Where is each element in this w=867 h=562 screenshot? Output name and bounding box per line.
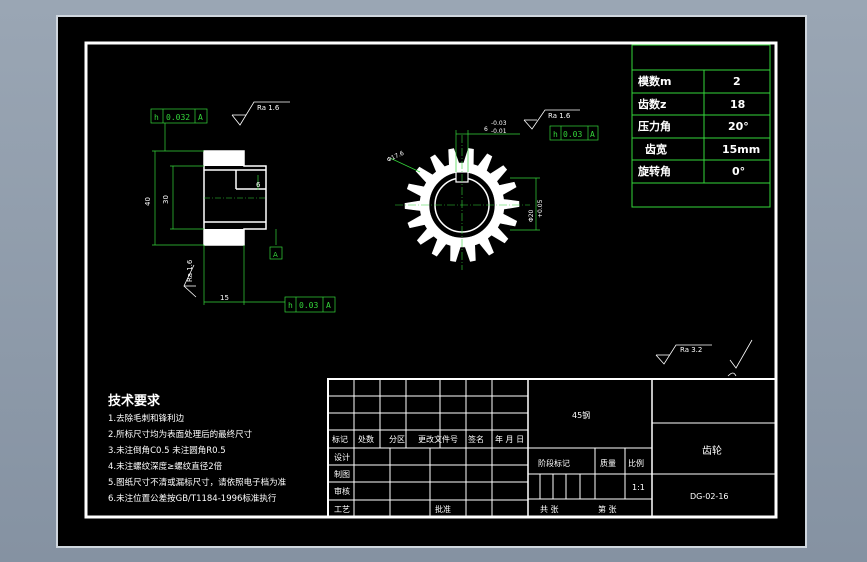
- role-review: 审核: [334, 486, 350, 496]
- sheet-total: 共 张: [540, 505, 559, 514]
- param-label-helix: 旋转角: [637, 164, 671, 178]
- rev-header-zone: 分区: [389, 435, 405, 444]
- param-label-module: 模数m: [638, 74, 671, 88]
- role-design: 设计: [334, 452, 350, 462]
- param-label-width: 齿宽: [645, 142, 667, 156]
- scale-value: 1:1: [632, 483, 645, 492]
- tol-right-datum: A: [590, 130, 595, 139]
- tol-right-symbol: h: [553, 130, 558, 139]
- dim-30: 30: [162, 195, 170, 204]
- param-label-pressure: 压力角: [638, 119, 671, 133]
- dim-40: 40: [144, 197, 152, 206]
- mass-header: 质量: [600, 458, 616, 468]
- rev-header-date: 年 月 日: [495, 434, 524, 444]
- tech-requirement-2: 2.所标尺寸均为表面处理后的最终尺寸: [108, 430, 253, 440]
- keyway-tol-lower: -0.01: [491, 128, 507, 135]
- drawing-number: DG-02-16: [690, 492, 729, 501]
- param-value-teeth: 18: [730, 98, 745, 111]
- approve-label: 批准: [435, 504, 451, 514]
- tech-requirement-6: 6.未注位置公差按GB/T1184-1996标准执行: [108, 494, 277, 504]
- tol-left-symbol: h: [154, 113, 159, 122]
- tech-requirement-5: 5.图纸尺寸不清或漏标尺寸，请依照电子档为准: [108, 478, 287, 488]
- part-name: 齿轮: [702, 444, 722, 457]
- sheet-number: 第 张: [598, 504, 617, 514]
- keyway-tol-upper: -0.03: [491, 120, 507, 127]
- roughness-top-label: Ra 1.6: [257, 104, 280, 112]
- tech-requirement-3: 3.未注倒角C0.5 未注圆角R0.5: [108, 446, 226, 456]
- bore-tolerance: +0.05: [537, 199, 544, 218]
- roughness-right-label: Ra 1.6: [548, 112, 571, 120]
- param-value-pressure: 20°: [728, 120, 749, 133]
- dim-15: 15: [220, 294, 229, 302]
- gear-section-view: [203, 150, 267, 246]
- outer-diameter: Φ17.6: [386, 150, 406, 164]
- param-value-helix: 0°: [732, 165, 745, 178]
- tech-requirements-title: 技术要求: [108, 394, 161, 409]
- tol-bottom-datum: A: [326, 301, 331, 310]
- rev-header-mark: 标记: [332, 434, 348, 444]
- keyway-width: 6: [484, 126, 488, 133]
- tech-requirement-1: 1.去除毛刺和锋利边: [108, 414, 185, 424]
- tol-bottom-symbol: h: [288, 301, 293, 310]
- roughness-side-label: Ra 1.6: [186, 259, 194, 282]
- datum-label-section: A: [273, 251, 278, 259]
- scale-header: 比例: [628, 458, 644, 468]
- section-dimensions: [150, 108, 336, 313]
- tol-right-value: 0.03: [563, 130, 582, 139]
- bore-diameter: Φ20: [528, 209, 535, 222]
- param-value-module: 2: [733, 75, 741, 88]
- gear-front-view: [395, 135, 530, 270]
- material: 45钢: [572, 410, 590, 420]
- tol-left-datum: A: [198, 113, 203, 122]
- tol-bottom-value: 0.03: [299, 301, 318, 310]
- role-draft: 制图: [334, 469, 350, 479]
- tol-left-value: 0.032: [166, 113, 190, 122]
- role-process: 工艺: [334, 505, 350, 514]
- stage-mark-header: 阶段标记: [538, 458, 570, 468]
- param-label-teeth: 齿数z: [638, 97, 666, 111]
- roughness-general-label: Ra 3.2: [680, 346, 702, 354]
- rev-header-file: 更改文件号: [418, 434, 458, 444]
- rev-header-sign: 签名: [468, 434, 484, 444]
- roughness-symbol-general: [655, 339, 753, 377]
- dim-6-section: 6: [256, 181, 261, 189]
- tech-requirement-4: 4.未注螺纹深度≥螺纹直径2倍: [108, 462, 223, 472]
- param-value-width: 15mm: [722, 143, 760, 156]
- rev-header-count: 处数: [358, 434, 374, 444]
